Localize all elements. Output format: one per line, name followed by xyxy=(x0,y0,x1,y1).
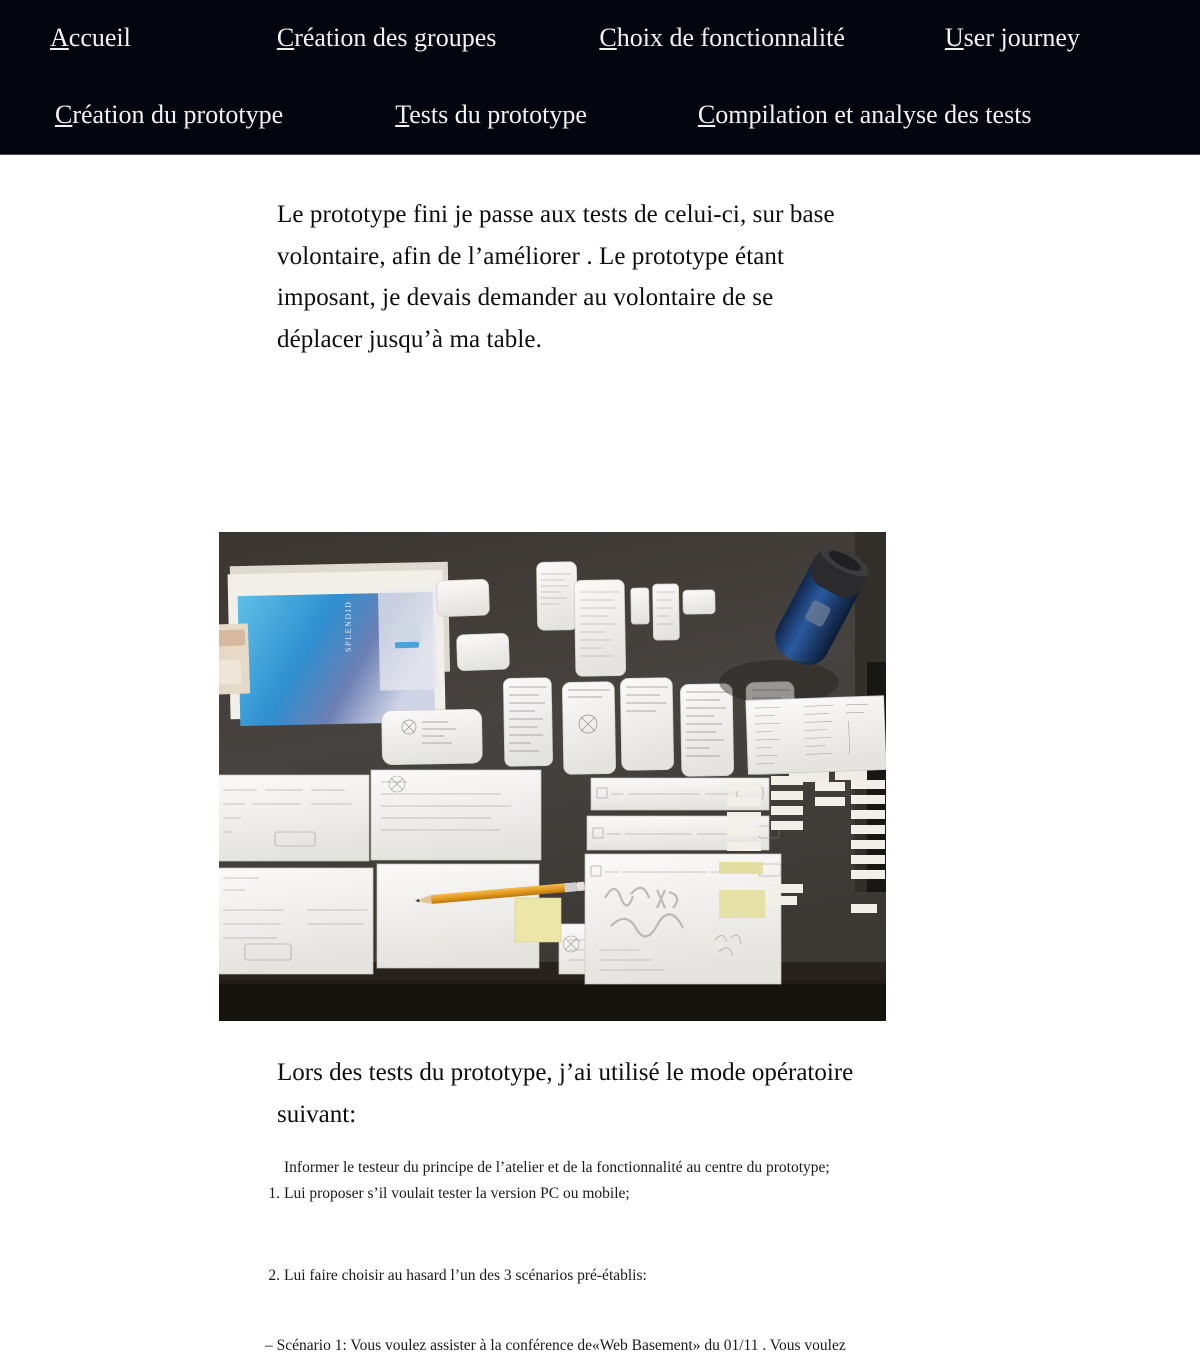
list-item-text: Lui proposer s’il voulait tester la vers… xyxy=(284,1185,630,1202)
nav-accesskey-letter: T xyxy=(395,100,410,130)
procedure-step-list: Informer le testeur du principe de l’ate… xyxy=(258,1155,878,1289)
scenario-1-line: – Scénario 1: Vous voulez assister à la … xyxy=(265,1337,846,1354)
nav-link-accueil[interactable]: Accueil xyxy=(50,23,131,53)
notebook-splendid: SPLENDID xyxy=(219,561,451,727)
prototype-photo: SPLENDID xyxy=(219,532,886,1021)
nav-link-creation-du-prototype[interactable]: Création du prototype xyxy=(55,100,284,130)
nav-link-choix-de-fonctionnalite[interactable]: Choix de fonctionnalité xyxy=(599,23,845,53)
list-item: 2. Lui faire choisir au hasard l’un des … xyxy=(258,1263,878,1289)
list-item-text: Lui faire choisir au hasard l’un des 3 s… xyxy=(284,1267,647,1284)
list-item: Informer le testeur du principe de l’ate… xyxy=(258,1155,878,1181)
nav-link-creation-des-groupes[interactable]: Création des groupes xyxy=(276,23,497,53)
nav-accesskey-letter: C xyxy=(599,23,617,53)
nav-link-compilation-et-analyse-des-tests[interactable]: Compilation et analyse des tests xyxy=(697,100,1032,130)
nav-accesskey-letter: C xyxy=(276,23,295,53)
list-item: 1. Lui proposer s’il voulait tester la v… xyxy=(258,1181,878,1207)
nav-link-tests-du-prototype[interactable]: Tests du prototype xyxy=(395,100,587,130)
nav-link-label: réation des groupes xyxy=(294,23,497,53)
list-item-text: Informer le testeur du principe de l’ate… xyxy=(284,1159,830,1176)
nav-accesskey-letter: A xyxy=(50,23,69,53)
paper-note-right xyxy=(745,695,886,775)
nav-link-user-journey[interactable]: User journey xyxy=(944,23,1080,53)
paper-strips-middle xyxy=(584,777,782,985)
nav-row-secondary: Création du prototype Tests du prototype… xyxy=(0,77,1200,154)
intro-paragraph: Le prototype fini je passe aux tests de … xyxy=(277,201,835,353)
nav-accesskey-letter: C xyxy=(55,100,73,130)
nav-link-label: hoix de fonctionnalité xyxy=(616,23,845,53)
nav-accesskey-letter: U xyxy=(944,23,964,53)
nav-link-label: ests du prototype xyxy=(409,100,587,130)
nav-accesskey-letter: C xyxy=(697,100,716,130)
nav-link-label: ser journey xyxy=(963,23,1080,53)
list-item-marker: 1. xyxy=(268,1185,280,1202)
svg-text:SPLENDID: SPLENDID xyxy=(344,601,353,652)
nav-row-primary: Accueil Création des groupes Choix de fo… xyxy=(0,0,1200,77)
main-navigation: Accueil Création des groupes Choix de fo… xyxy=(0,0,1200,155)
nav-link-label: ccueil xyxy=(68,23,131,53)
nav-link-label: réation du prototype xyxy=(72,100,284,130)
list-item-marker: 2. xyxy=(268,1267,280,1284)
postit-note xyxy=(514,897,562,943)
list-spacer xyxy=(258,1207,878,1263)
prototype-photo-illustration: SPLENDID xyxy=(219,532,886,1021)
mode-operatoire-paragraph: Lors des tests du prototype, j’ai utilis… xyxy=(277,1059,854,1128)
nav-link-label: ompilation et analyse des tests xyxy=(715,100,1032,130)
